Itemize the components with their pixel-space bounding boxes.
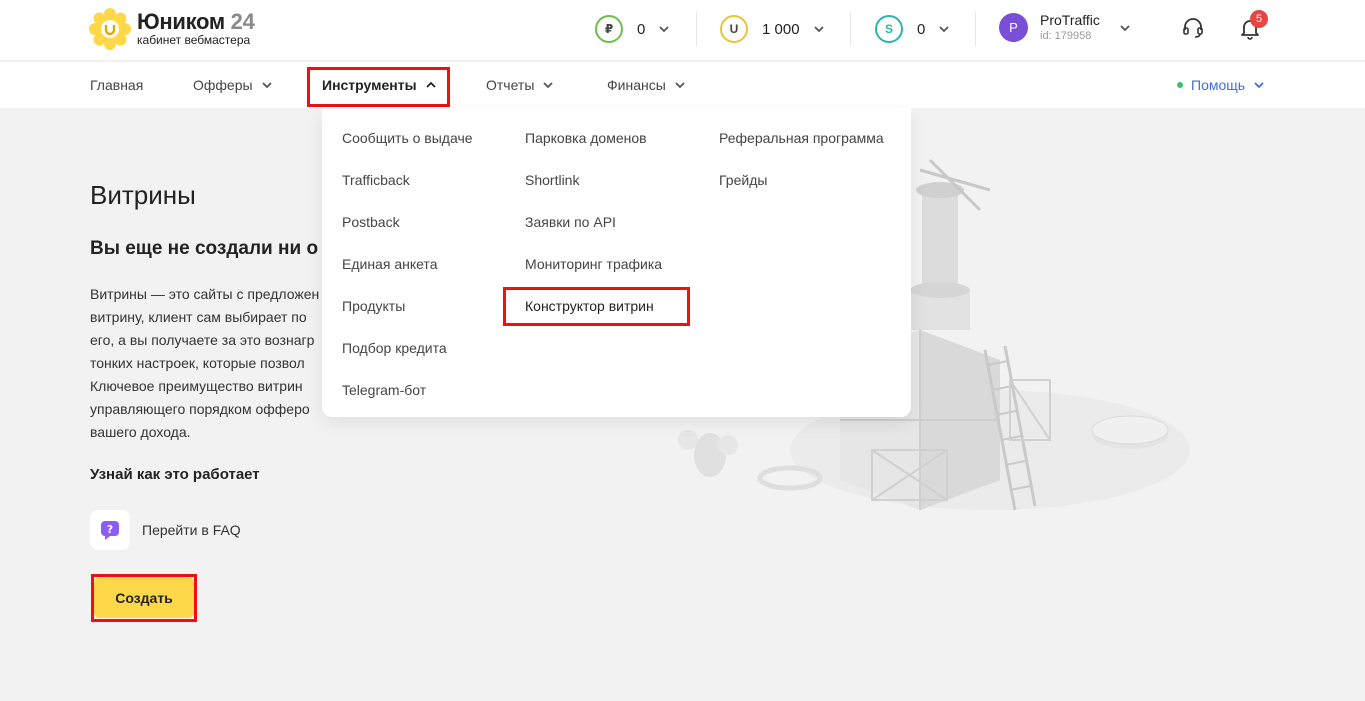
chevron-down-icon <box>813 26 824 33</box>
support-headset-icon[interactable] <box>1181 16 1205 40</box>
how-it-works-title: Узнай как это работает <box>90 466 260 483</box>
chevron-down-icon <box>261 82 272 89</box>
description-line: витрину, клиент сам выбирает по <box>90 309 307 325</box>
top-header: Юником 24 кабинет вебмастера ₽ 0 U 1 000… <box>0 0 1365 61</box>
avatar: P <box>999 13 1028 42</box>
description-line: тонких настроек, которые позвол <box>90 355 305 371</box>
menu-item-grades[interactable]: Грейды <box>719 172 884 214</box>
s-coin-icon: S <box>875 15 903 43</box>
balance-s-value: 0 <box>917 20 926 38</box>
menu-item-shortlink[interactable]: Shortlink <box>525 172 662 214</box>
balance-s[interactable]: S 0 <box>875 14 951 44</box>
tools-dropdown-menu: Сообщить о выдаче Trafficback Postback Е… <box>322 108 911 417</box>
highlight-frame <box>307 67 450 107</box>
main-nav: Главная Офферы Инструменты Отчеты Финанс… <box>0 62 1365 108</box>
nav-item-finance[interactable]: Финансы <box>607 62 686 108</box>
menu-item-api-requests[interactable]: Заявки по API <box>525 214 662 256</box>
chevron-down-icon <box>1120 24 1130 31</box>
brand-name: Юником <box>137 9 225 34</box>
menu-item-unified-form[interactable]: Единая анкета <box>342 256 473 298</box>
nav-item-label: Офферы <box>193 77 253 93</box>
balance-rub-value: 0 <box>637 20 646 38</box>
nav-item-label: Помощь <box>1191 77 1246 93</box>
highlight-frame <box>91 574 197 622</box>
nav-item-help[interactable]: Помощь <box>1177 62 1265 108</box>
menu-item-telegram-bot[interactable]: Telegram-бот <box>342 382 473 424</box>
faq-label: Перейти в FAQ <box>142 522 241 538</box>
divider <box>850 12 851 46</box>
chevron-down-icon <box>675 82 685 89</box>
description-line: его, а вы получаете за это вознагр <box>90 332 315 348</box>
menu-item-report-issuance[interactable]: Сообщить о выдаче <box>342 130 473 172</box>
page-subtitle: Вы еще не создали ни о <box>90 238 319 259</box>
user-menu[interactable]: P ProTraffic id: 179958 <box>999 12 1132 43</box>
nav-item-label: Финансы <box>607 77 666 93</box>
nav-item-offers[interactable]: Офферы <box>193 62 273 108</box>
chevron-down-icon <box>1254 82 1264 89</box>
menu-item-credit-selection[interactable]: Подбор кредита <box>342 340 473 382</box>
logo-icon <box>89 8 131 50</box>
dropdown-column: Сообщить о выдаче Trafficback Postback Е… <box>342 130 473 424</box>
highlight-frame <box>503 287 690 326</box>
brand-number: 24 <box>230 9 255 34</box>
svg-text:?: ? <box>107 523 113 536</box>
ruble-coin-icon: ₽ <box>595 15 623 43</box>
balance-rub[interactable]: ₽ 0 <box>595 14 671 44</box>
menu-item-products[interactable]: Продукты <box>342 298 473 340</box>
logo[interactable]: Юником 24 кабинет вебмастера <box>89 8 255 50</box>
chevron-down-icon <box>659 26 669 33</box>
description-line: управляющего порядком офферо <box>90 401 310 417</box>
nav-item-label: Отчеты <box>486 77 535 93</box>
chevron-down-icon <box>939 26 949 33</box>
menu-item-trafficback[interactable]: Trafficback <box>342 172 473 214</box>
user-id: id: 179958 <box>1040 30 1092 42</box>
description-line: Ключевое преимущество витрин <box>90 378 303 394</box>
balance-unicoin[interactable]: U 1 000 <box>720 14 826 44</box>
question-icon: ? <box>90 510 130 550</box>
page-description: Витрины — это сайты с предложен витрину,… <box>90 283 330 444</box>
dropdown-column: Реферальная программа Грейды <box>719 130 884 214</box>
user-name: ProTraffic <box>1040 12 1100 28</box>
menu-item-domain-parking[interactable]: Парковка доменов <box>525 130 662 172</box>
nav-item-label: Главная <box>90 77 144 93</box>
divider <box>696 12 697 46</box>
nav-item-reports[interactable]: Отчеты <box>486 62 554 108</box>
faq-link[interactable]: ? Перейти в FAQ <box>90 510 241 550</box>
menu-item-referral-program[interactable]: Реферальная программа <box>719 130 884 172</box>
balance-unicoin-value: 1 000 <box>762 20 800 38</box>
page-title: Витрины <box>90 180 196 210</box>
menu-item-postback[interactable]: Postback <box>342 214 473 256</box>
status-dot <box>1177 82 1183 88</box>
description-line: вашего дохода. <box>90 424 191 440</box>
notification-badge: 5 <box>1250 10 1268 28</box>
brand-subtitle: кабинет вебмастера <box>137 33 251 47</box>
unicoin-icon: U <box>720 15 748 43</box>
nav-item-home[interactable]: Главная <box>90 62 143 108</box>
chevron-down-icon <box>543 82 554 89</box>
divider <box>975 12 976 46</box>
description-line: Витрины — это сайты с предложен <box>90 286 320 302</box>
